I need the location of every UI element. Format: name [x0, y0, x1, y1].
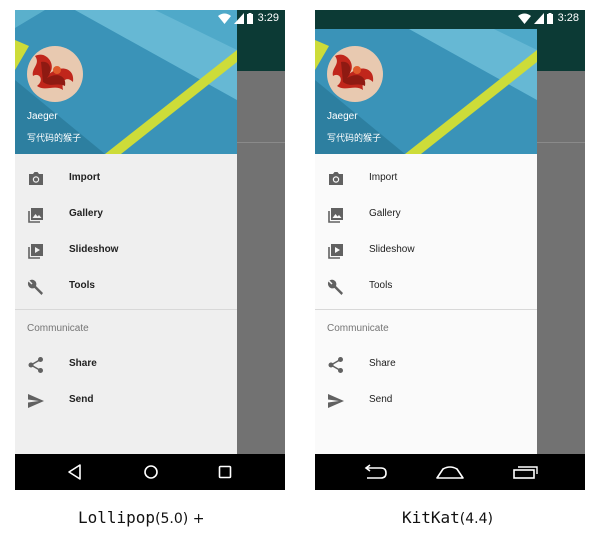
navigation-bar [315, 454, 585, 490]
wifi-icon [217, 13, 231, 24]
caption-version: (5.0) + [155, 511, 205, 527]
menu-item-label: Gallery [369, 208, 401, 219]
menu-item-label: Import [369, 172, 398, 183]
section-label-communicate: Communicate [27, 323, 89, 334]
menu-item-label: Import [69, 172, 101, 183]
caption-lollipop: Lollipop(5.0) + [78, 508, 204, 528]
caption-version: (4.4) [459, 511, 493, 527]
user-name: Jaeger [27, 111, 58, 122]
menu-item-share[interactable]: Share [15, 346, 237, 382]
menu-item-tools[interactable]: Tools [15, 268, 237, 304]
divider [315, 309, 537, 310]
caption-code: KitKat [402, 508, 460, 527]
status-time: 3:28 [557, 12, 579, 24]
kitkat-phone: 3:28 Jaeger 写代码的猴子 Import Gallery Slides… [315, 10, 585, 490]
menu-item-label: Share [69, 358, 97, 369]
camera-icon [29, 172, 43, 185]
menu-item-slideshow[interactable]: Slideshow [15, 232, 237, 268]
menu-item-label: Share [369, 358, 396, 369]
slideshow-icon [328, 244, 343, 259]
wifi-icon [517, 13, 531, 24]
menu-item-send[interactable]: Send [315, 382, 537, 418]
home-icon[interactable] [142, 463, 160, 481]
section-label-communicate: Communicate [327, 323, 389, 334]
menu-item-label: Tools [69, 280, 95, 291]
user-subtitle: 写代码的猴子 [27, 133, 82, 143]
status-time: 3:29 [257, 12, 279, 24]
menu-item-slideshow[interactable]: Slideshow [315, 232, 537, 268]
content-divider [537, 142, 585, 143]
menu-item-gallery[interactable]: Gallery [15, 196, 237, 232]
send-icon [28, 394, 44, 408]
menu-item-label: Gallery [69, 208, 103, 219]
share-icon [28, 357, 43, 373]
send-icon [328, 394, 344, 408]
menu-item-label: Slideshow [69, 244, 119, 255]
caption-kitkat: KitKat(4.4) [402, 508, 493, 528]
wrench-icon [327, 279, 343, 295]
avatar[interactable] [327, 46, 383, 102]
menu-item-label: Send [69, 394, 94, 405]
menu-item-share[interactable]: Share [315, 346, 537, 382]
battery-icon [546, 12, 553, 24]
menu-item-label: Tools [369, 280, 393, 291]
lollipop-phone: 3:29 Jaeger 写代码的猴子 Import Gallery Slides… [15, 10, 285, 490]
divider [15, 309, 237, 310]
menu-item-label: Send [369, 394, 393, 405]
home-icon[interactable] [435, 463, 465, 481]
camera-icon [329, 172, 343, 185]
share-icon [328, 357, 343, 373]
status-bar: 3:28 [315, 10, 585, 29]
menu-item-label: Slideshow [369, 244, 415, 255]
recents-icon[interactable] [511, 463, 539, 481]
navigation-drawer: Jaeger 写代码的猴子 Import Gallery Slideshow T… [315, 10, 537, 454]
user-name: Jaeger [327, 111, 358, 122]
menu-item-send[interactable]: Send [15, 382, 237, 418]
gallery-icon [28, 208, 43, 223]
drawer-header: Jaeger 写代码的猴子 [315, 10, 537, 154]
battery-icon [246, 12, 253, 24]
menu-item-tools[interactable]: Tools [315, 268, 537, 304]
status-bar: 3:29 [15, 10, 285, 29]
wrench-icon [27, 279, 43, 295]
navigation-bar [15, 454, 285, 490]
signal-icon [233, 12, 244, 24]
back-icon[interactable] [67, 463, 83, 481]
signal-icon [533, 12, 544, 24]
recents-icon[interactable] [217, 463, 233, 481]
back-icon[interactable] [361, 463, 389, 481]
menu-item-gallery[interactable]: Gallery [315, 196, 537, 232]
content-divider [237, 142, 285, 143]
user-subtitle: 写代码的猴子 [327, 133, 382, 143]
gallery-icon [328, 208, 343, 223]
menu-item-import[interactable]: Import [315, 160, 537, 196]
avatar[interactable] [27, 46, 83, 102]
slideshow-icon [28, 244, 43, 259]
menu-item-import[interactable]: Import [15, 160, 237, 196]
navigation-drawer: Jaeger 写代码的猴子 Import Gallery Slideshow T… [15, 10, 237, 454]
drawer-header: Jaeger 写代码的猴子 [15, 10, 237, 154]
caption-code: Lollipop [78, 508, 156, 527]
